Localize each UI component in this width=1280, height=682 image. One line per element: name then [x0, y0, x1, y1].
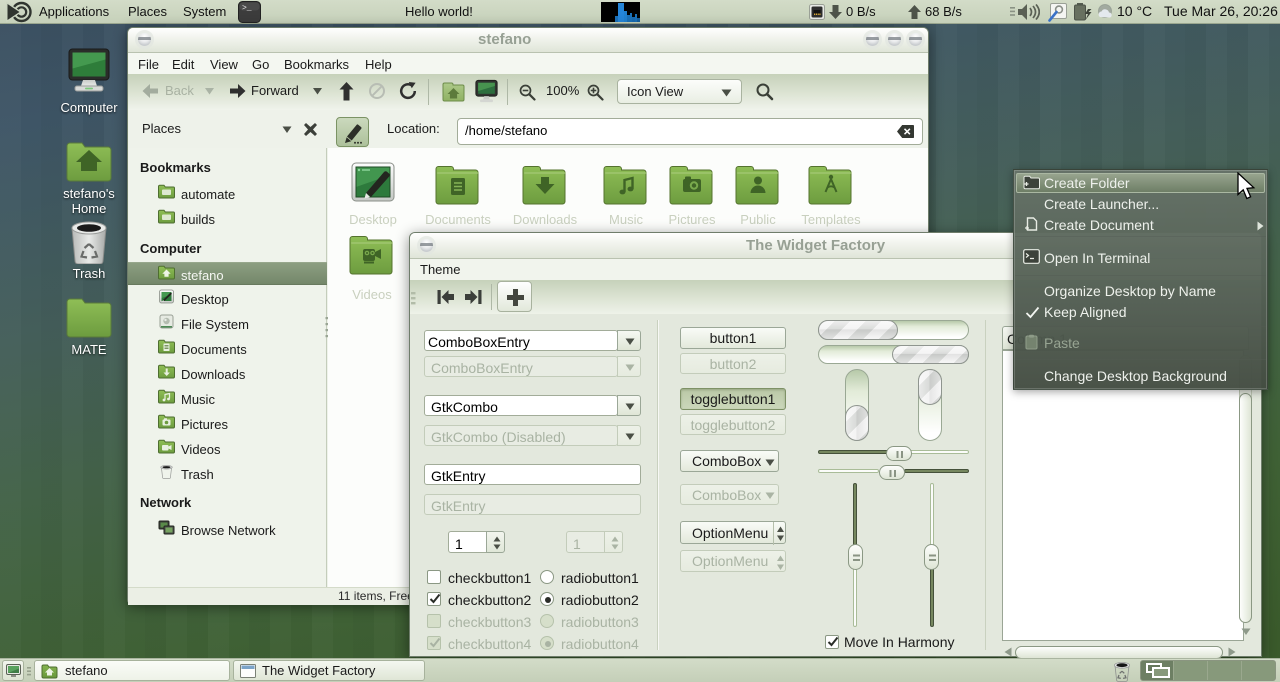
svg-text:>_: >_	[242, 4, 252, 13]
